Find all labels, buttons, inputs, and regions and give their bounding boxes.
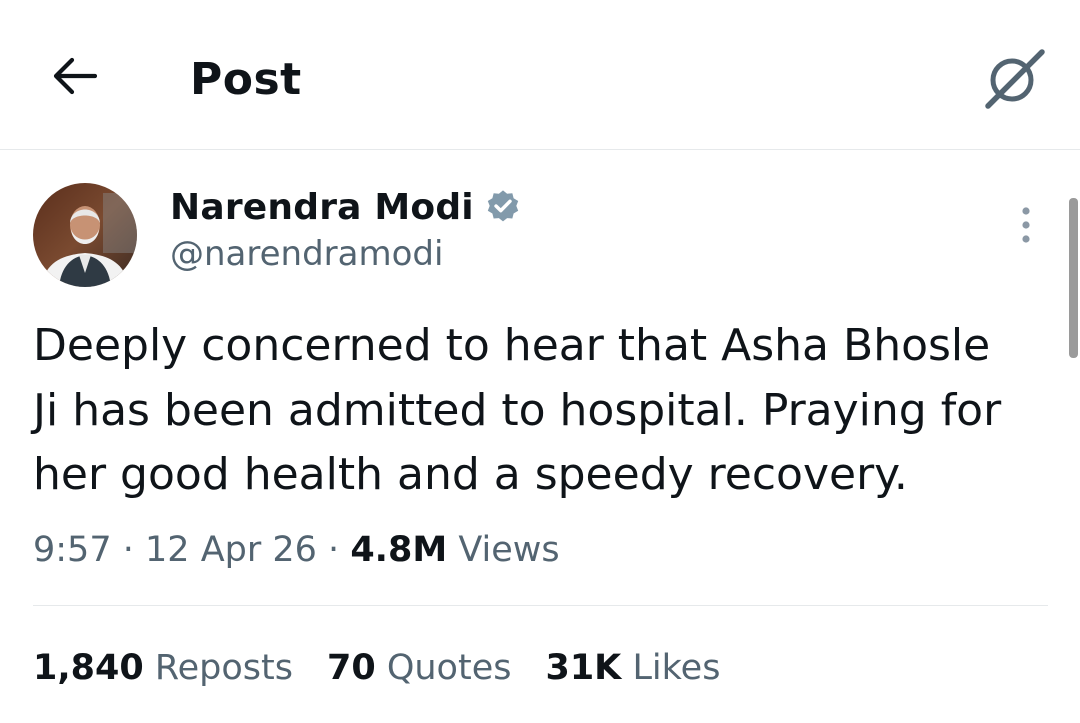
author-handle[interactable]: @narendramodi [170,234,443,274]
more-options-button[interactable] [1006,204,1046,246]
post-date[interactable]: 12 Apr 26 [145,530,317,570]
reposts-count: 1,840 [33,648,144,688]
likes-count: 31K [545,648,622,688]
verified-badge-icon[interactable] [484,188,522,226]
likes-label: Likes [632,648,721,688]
scrollbar[interactable] [1069,198,1078,358]
page-title: Post [190,54,302,105]
more-vertical-icon [1022,207,1030,243]
meta-separator: · [328,530,340,570]
grok-icon [985,49,1045,109]
author-name[interactable]: Narendra Modi [170,187,474,228]
quotes-label: Quotes [386,648,512,688]
post-text-line: Deeply concerned to hear that Asha Bhosl… [33,320,991,371]
back-button[interactable] [46,48,102,104]
quotes-stat[interactable]: 70 Quotes [327,644,512,692]
post-meta: 9:57 · 12 Apr 26 · 4.8M Views [33,526,560,574]
post-time[interactable]: 9:57 [33,530,112,570]
divider [33,605,1048,606]
views-label[interactable]: Views [458,530,559,570]
grok-button[interactable] [980,44,1048,112]
arrow-left-icon [53,57,97,95]
top-bar: Post [0,0,1080,150]
quotes-count: 70 [326,648,376,688]
post-text-line: Ji has been admitted to hospital. Prayin… [33,384,1002,436]
post-text-line: her good health and a speedy recovery. [33,449,908,500]
reposts-label: Reposts [154,648,293,688]
avatar[interactable] [33,183,137,287]
post-text: Deeply concerned to hear that Asha Bhosl… [33,314,1048,508]
author-name-row: Narendra Modi [170,184,522,230]
meta-separator: · [122,530,134,570]
reposts-stat[interactable]: 1,840 Reposts [33,644,293,692]
views-count[interactable]: 4.8M [350,530,447,570]
engagement-stats: 1,840 Reposts 70 Quotes 31K Likes [33,644,754,692]
likes-stat[interactable]: 31K Likes [545,644,720,692]
